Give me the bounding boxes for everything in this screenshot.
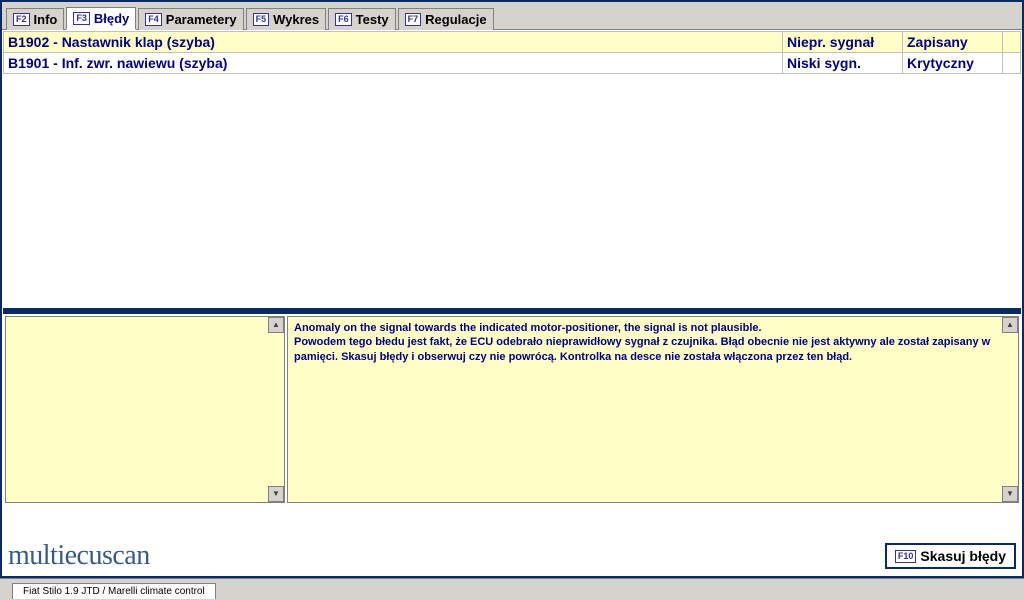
scroll-down-icon[interactable]: ▼ bbox=[268, 486, 284, 502]
tab-parameters[interactable]: F4 Parametery bbox=[138, 8, 243, 30]
error-status: Zapisany bbox=[903, 32, 1003, 53]
error-code-desc: B1902 - Nastawnik klap (szyba) bbox=[4, 32, 783, 53]
status-bar: Fiat Stilo 1.9 JTD / Marelli climate con… bbox=[0, 578, 1024, 600]
tab-label: Błędy bbox=[94, 11, 129, 26]
bottom-bar: multiecuscan F10 Skasuj błędy bbox=[2, 538, 1022, 576]
tab-info[interactable]: F2 Info bbox=[6, 8, 64, 30]
detail-left-content bbox=[6, 317, 284, 502]
error-code-desc: B1901 - Inf. zwr. nawiewu (szyba) bbox=[4, 53, 783, 74]
scroll-up-icon[interactable]: ▲ bbox=[1002, 317, 1018, 333]
fkey-badge: F5 bbox=[253, 13, 270, 26]
details-row: ▲ ▼ ▲ Anomaly on the signal towards the … bbox=[3, 311, 1021, 505]
tab-errors[interactable]: F3 Błędy bbox=[66, 7, 136, 30]
app-logo: multiecuscan bbox=[8, 540, 150, 572]
fkey-badge: F7 bbox=[405, 13, 422, 26]
errors-table: B1902 - Nastawnik klap (szyba) Niepr. sy… bbox=[3, 31, 1021, 311]
tab-label: Testy bbox=[356, 12, 389, 27]
fkey-badge: F6 bbox=[335, 13, 352, 26]
error-end-cell bbox=[1003, 53, 1021, 74]
fkey-badge: F2 bbox=[13, 13, 30, 26]
table-row[interactable]: B1902 - Nastawnik klap (szyba) Niepr. sy… bbox=[4, 32, 1021, 53]
clear-errors-button[interactable]: F10 Skasuj błędy bbox=[885, 543, 1016, 569]
tab-adjustments[interactable]: F7 Regulacje bbox=[398, 8, 494, 30]
error-status: Krytyczny bbox=[903, 53, 1003, 74]
fkey-badge: F4 bbox=[145, 13, 162, 26]
error-signal: Niski sygn. bbox=[783, 53, 903, 74]
fkey-badge: F3 bbox=[73, 12, 90, 25]
error-end-cell bbox=[1003, 32, 1021, 53]
tab-tests[interactable]: F6 Testy bbox=[328, 8, 396, 30]
detail-pane-right: ▲ Anomaly on the signal towards the indi… bbox=[287, 316, 1019, 503]
tabs-bar: F2 Info F3 Błędy F4 Parametery F5 Wykres… bbox=[2, 2, 1022, 30]
error-signal: Niepr. sygnał bbox=[783, 32, 903, 53]
scroll-up-icon[interactable]: ▲ bbox=[268, 317, 284, 333]
scroll-down-icon[interactable]: ▼ bbox=[1002, 486, 1018, 502]
detail-pane-left: ▲ ▼ bbox=[5, 316, 285, 503]
fkey-badge: F10 bbox=[895, 550, 917, 563]
tab-label: Info bbox=[34, 12, 58, 27]
tab-label: Wykres bbox=[273, 12, 319, 27]
tab-label: Regulacje bbox=[425, 12, 486, 27]
table-row[interactable]: B1901 - Inf. zwr. nawiewu (szyba) Niski … bbox=[4, 53, 1021, 74]
clear-button-label: Skasuj błędy bbox=[920, 548, 1006, 564]
status-vehicle-tab[interactable]: Fiat Stilo 1.9 JTD / Marelli climate con… bbox=[12, 583, 216, 599]
main-area: B1902 - Nastawnik klap (szyba) Niepr. sy… bbox=[2, 30, 1022, 538]
tab-label: Parametery bbox=[166, 12, 237, 27]
detail-text: Anomaly on the signal towards the indica… bbox=[288, 317, 1018, 502]
tab-chart[interactable]: F5 Wykres bbox=[246, 8, 327, 30]
